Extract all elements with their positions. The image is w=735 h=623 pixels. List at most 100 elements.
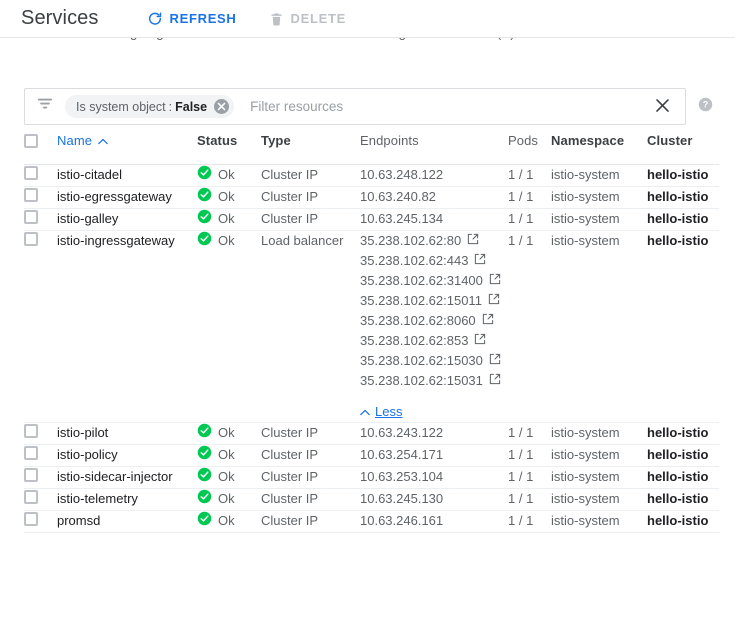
table-row[interactable]: istio-citadel Ok Cluster IP 10.63.248.122 1 …	[24, 164, 719, 186]
table-row[interactable]: istio-ingressgateway Ok Load balancer 35.23…	[24, 230, 719, 422]
endpoint-address: 35.238.102.62:8060	[360, 312, 476, 328]
delete-button[interactable]: DELETE	[267, 7, 348, 31]
external-link-icon[interactable]	[489, 371, 501, 391]
cell-name: istio-policy	[57, 446, 118, 462]
column-header-name[interactable]: Name	[57, 133, 197, 165]
filter-icon[interactable]	[37, 97, 53, 116]
status-label: Ok	[218, 233, 235, 248]
cell-name: istio-pilot	[57, 424, 109, 440]
select-all-checkbox[interactable]	[24, 134, 38, 148]
cell-namespace: istio-system	[551, 232, 620, 248]
row-checkbox[interactable]	[24, 445, 38, 460]
page-header: Services REFRESH DELETE	[0, 0, 735, 38]
table-row[interactable]: promsd Ok Cluster IP 10.63.246.161 1 / 1 isti…	[24, 510, 719, 532]
column-header-type[interactable]: Type	[261, 133, 360, 165]
row-checkbox[interactable]	[24, 187, 38, 202]
cell-endpoints: 10.63.240.82	[360, 186, 508, 208]
table-row[interactable]: istio-galley Ok Cluster IP 10.63.245.134 1 /…	[24, 208, 719, 230]
cell-status: Ok	[197, 422, 261, 444]
row-select-cell	[24, 230, 57, 422]
external-link-icon[interactable]	[489, 351, 501, 371]
row-select-cell	[24, 466, 57, 488]
filter-chip-value: False	[175, 99, 208, 114]
cell-namespace: istio-system	[551, 210, 620, 226]
filter-input[interactable]	[248, 89, 647, 124]
refresh-button[interactable]: REFRESH	[145, 7, 239, 31]
filter-chip[interactable]: Is system object : False	[65, 95, 235, 118]
cell-name: promsd	[57, 512, 101, 528]
column-header-namespace[interactable]: Namespace	[551, 133, 647, 165]
sort-ascending-icon	[98, 133, 108, 148]
endpoint-line: 10.63.245.130	[360, 489, 508, 509]
endpoint-address: 35.238.102.62:15030	[360, 352, 483, 368]
cell-type: Cluster IP	[261, 188, 319, 204]
cell-type: Cluster IP	[261, 446, 319, 462]
help-icon[interactable]: ?	[698, 97, 713, 117]
cell-status: Ok	[197, 230, 261, 422]
endpoint-line[interactable]: 35.238.102.62:15030	[360, 351, 508, 371]
endpoint-line[interactable]: 35.238.102.62:15031	[360, 371, 508, 391]
chevron-up-icon	[360, 402, 370, 422]
column-header-status[interactable]: Status	[197, 133, 261, 165]
endpoint-address: 10.63.243.122	[360, 424, 444, 440]
external-link-icon[interactable]	[467, 231, 479, 251]
cell-type: Cluster IP	[261, 166, 319, 182]
endpoint-line: 10.63.246.161	[360, 511, 508, 531]
cell-endpoints: 10.63.248.122	[360, 164, 508, 186]
row-checkbox[interactable]	[24, 209, 38, 224]
external-link-icon[interactable]	[488, 291, 500, 311]
cell-pods: 1 / 1	[508, 210, 534, 226]
external-link-icon[interactable]	[474, 331, 486, 351]
table-row[interactable]: istio-sidecar-injector Ok Cluster IP 10.63.…	[24, 466, 719, 488]
cell-cluster: hello-istio	[647, 424, 709, 440]
collapse-endpoints-link[interactable]: Less	[360, 402, 402, 422]
endpoint-line: 10.63.254.171	[360, 445, 508, 465]
row-checkbox[interactable]	[24, 165, 38, 180]
cell-pods: 1 / 1	[508, 424, 534, 440]
row-checkbox[interactable]	[24, 467, 38, 482]
row-select-cell	[24, 422, 57, 444]
table-body: istio-citadel Ok Cluster IP 10.63.248.122 1 …	[24, 164, 719, 532]
table-row[interactable]: istio-egressgateway Ok Cluster IP 10.63.240…	[24, 186, 719, 208]
table-row[interactable]: istio-policy Ok Cluster IP 10.63.254.171 1 /…	[24, 444, 719, 466]
cell-pods: 1 / 1	[508, 188, 534, 204]
filter-chip-remove-icon[interactable]	[214, 99, 230, 114]
table-row[interactable]: istio-pilot Ok Cluster IP 10.63.243.122 1 / …	[24, 422, 719, 444]
cell-name: istio-egressgateway	[57, 188, 172, 204]
collapse-endpoints-label: Less	[375, 403, 403, 419]
endpoint-line[interactable]: 35.238.102.62:15011	[360, 291, 508, 311]
endpoint-line[interactable]: 35.238.102.62:80	[360, 231, 508, 251]
external-link-icon[interactable]	[482, 311, 494, 331]
cell-cluster: hello-istio	[647, 166, 709, 182]
name-sort-control[interactable]: Name	[57, 133, 108, 148]
external-link-icon[interactable]	[489, 271, 501, 291]
status-ok-icon	[197, 445, 212, 466]
cell-endpoints: 10.63.245.134	[360, 208, 508, 230]
table-row[interactable]: istio-telemetry Ok Cluster IP 10.63.245.130…	[24, 488, 719, 510]
row-checkbox[interactable]	[24, 231, 38, 246]
row-checkbox[interactable]	[24, 489, 38, 504]
row-select-cell	[24, 164, 57, 186]
filter-chip-separator: :	[168, 99, 173, 114]
cell-pods: 1 / 1	[508, 446, 534, 462]
clear-filter-button[interactable]	[647, 92, 677, 122]
cell-cluster: hello-istio	[647, 232, 709, 248]
column-header-cluster[interactable]: Cluster	[647, 133, 719, 165]
endpoint-line: 10.63.245.134	[360, 209, 508, 229]
row-checkbox[interactable]	[24, 423, 38, 438]
filter-box[interactable]: Is system object : False	[24, 88, 686, 125]
endpoint-line: 10.63.248.122	[360, 165, 508, 185]
status-label: Ok	[218, 469, 235, 484]
status-ok-icon	[197, 165, 212, 186]
cell-namespace: istio-system	[551, 424, 620, 440]
endpoint-line[interactable]: 35.238.102.62:31400	[360, 271, 508, 291]
endpoint-line[interactable]: 35.238.102.62:853	[360, 331, 508, 351]
table-header-row: Name Status Type Endpoints Pods Namespac…	[24, 133, 719, 165]
cell-namespace: istio-system	[551, 166, 620, 182]
row-checkbox[interactable]	[24, 511, 38, 526]
endpoint-line[interactable]: 35.238.102.62:443	[360, 251, 508, 271]
endpoint-address: 35.238.102.62:15031	[360, 372, 483, 388]
external-link-icon[interactable]	[474, 251, 486, 271]
endpoint-address: 10.63.248.122	[360, 166, 444, 182]
endpoint-line[interactable]: 35.238.102.62:8060	[360, 311, 508, 331]
